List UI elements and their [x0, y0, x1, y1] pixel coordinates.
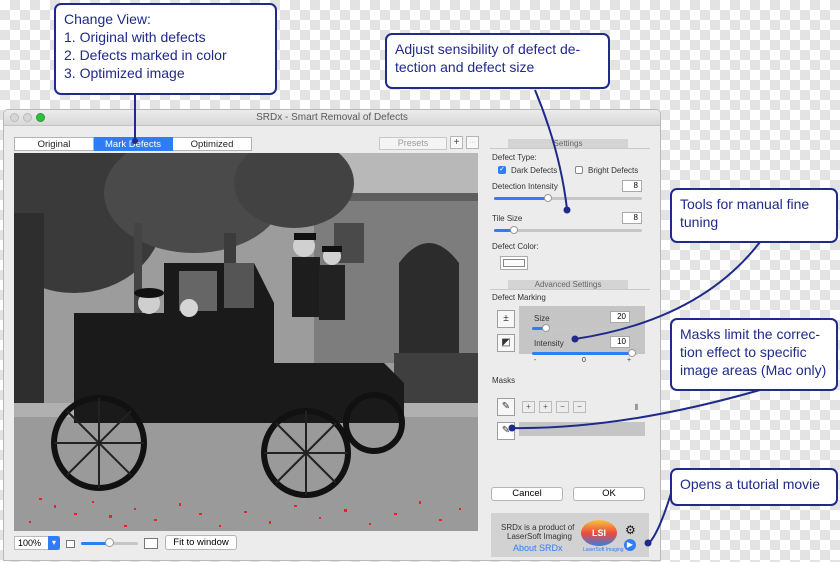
preview-image[interactable] — [14, 153, 478, 531]
intensity-field[interactable]: 10 — [610, 336, 630, 348]
callout-change-view: Change View: 1. Original with defects 2.… — [54, 3, 277, 95]
intensity-max-label: + — [627, 357, 632, 364]
tile-size-slider[interactable] — [494, 226, 642, 234]
plus-minus-icon[interactable]: ± — [497, 310, 515, 328]
tile-size-label: Tile Size — [492, 214, 523, 223]
detection-intensity-field[interactable]: 8 — [622, 180, 642, 192]
callout-masks-line-1: Masks limit the correc- — [680, 326, 821, 342]
ok-button[interactable]: OK — [573, 487, 645, 501]
brush-active-icon[interactable]: ✎ — [497, 422, 515, 440]
eraser-icon[interactable]: ◩ — [497, 334, 515, 352]
about-srdx-link[interactable]: About SRDx — [513, 543, 563, 553]
callout-masks: Masks limit the correc- tion effect to s… — [670, 318, 838, 391]
callout-change-view-line-2: 1. Original with defects — [64, 29, 206, 45]
mask-add-alt-icon[interactable]: + — [539, 401, 552, 413]
size-field[interactable]: 20 — [610, 311, 630, 323]
callout-adjust-line-1: Adjust sensibility of defect de- — [395, 41, 581, 57]
product-line-2: LaserSoft Imaging — [507, 532, 572, 541]
chevron-down-icon[interactable]: ▾ — [48, 536, 60, 550]
zoom-out-image-icon — [66, 540, 75, 548]
size-label: Size — [534, 314, 550, 323]
defect-marking-label: Defect Marking — [492, 293, 546, 302]
dark-defects-checkbox[interactable]: ✓ — [498, 166, 506, 174]
intensity-zero-label: 0 — [582, 357, 586, 364]
callout-tools-line-1: Tools for manual fine — [680, 196, 810, 212]
callout-change-view-line-1: Change View: — [64, 11, 151, 27]
size-slider[interactable] — [532, 324, 638, 332]
add-preset-button[interactable]: + — [450, 136, 463, 149]
dark-defects-label: Dark Defects — [511, 166, 558, 175]
tile-size-field[interactable]: 8 — [622, 212, 642, 224]
preset-options-button[interactable]: ··· — [466, 136, 479, 149]
callout-tools-line-2: tuning — [680, 214, 719, 230]
fit-to-window-button[interactable]: Fit to window — [165, 535, 237, 550]
callout-tools: Tools for manual fine tuning — [670, 188, 838, 243]
mask-list — [519, 422, 645, 436]
view-tabs: Original Mark Defects Optimized — [14, 137, 252, 151]
zoom-in-image-icon — [144, 538, 158, 549]
callout-masks-line-2: tion effect to specific — [680, 344, 807, 360]
settings-section-title: Settings — [508, 139, 628, 148]
defect-color-label: Defect Color: — [492, 242, 539, 251]
brush-icon[interactable]: ✎ — [497, 398, 515, 416]
mask-subtract-icon[interactable]: − — [556, 401, 569, 413]
detection-intensity-label: Detection Intensity — [492, 182, 558, 191]
callout-adjust-line-2: tection and defect size — [395, 59, 535, 75]
intensity-slider[interactable] — [532, 349, 638, 357]
cancel-button[interactable]: Cancel — [491, 487, 563, 501]
intensity-min-label: - — [534, 357, 537, 364]
mask-add-icon[interactable]: + — [522, 401, 535, 413]
advanced-section-title: Advanced Settings — [508, 280, 628, 289]
callout-masks-line-3: image areas (Mac only) — [680, 362, 827, 378]
callout-change-view-line-3: 2. Defects marked in color — [64, 47, 227, 63]
callout-change-view-line-4: 3. Optimized image — [64, 65, 185, 81]
bright-defects-checkbox[interactable] — [575, 166, 583, 174]
zoom-icon[interactable] — [36, 113, 45, 122]
intensity-label: Intensity — [534, 339, 564, 348]
zoom-slider[interactable] — [81, 538, 138, 547]
product-line-1: SRDx is a product of — [501, 523, 575, 532]
title-bar: SRDx - Smart Removal of Defects — [4, 110, 660, 126]
tutorial-icon[interactable]: ▶ — [624, 539, 636, 551]
tab-mark-defects[interactable]: Mark Defects — [94, 137, 173, 151]
bright-defects-label: Bright Defects — [588, 166, 639, 175]
tab-original[interactable]: Original — [14, 137, 94, 151]
callout-tutorial: Opens a tutorial movie — [670, 468, 838, 506]
defect-type-label: Defect Type: — [492, 153, 537, 162]
callout-tutorial-line-1: Opens a tutorial movie — [680, 476, 821, 492]
mask-subtract-alt-icon[interactable]: − — [573, 401, 586, 413]
callout-adjust: Adjust sensibility of defect de- tection… — [385, 33, 610, 89]
lsi-logo: LSI — [581, 520, 617, 546]
window-title: SRDx - Smart Removal of Defects — [256, 112, 408, 123]
minimize-icon[interactable] — [23, 113, 32, 122]
vintage-car-photo — [14, 153, 478, 531]
detection-intensity-slider[interactable] — [494, 194, 642, 202]
tab-optimized[interactable]: Optimized — [173, 137, 252, 151]
presets-dropdown[interactable]: Presets — [379, 137, 447, 150]
masks-label: Masks — [492, 376, 516, 385]
product-info-box: SRDx is a product of LaserSoft Imaging A… — [491, 513, 649, 557]
gear-icon[interactable]: ⚙ — [625, 523, 636, 537]
trash-icon[interactable]: ▮ — [630, 401, 643, 413]
lsi-logo-sub: LaserSoft Imaging — [583, 547, 624, 553]
defect-color-swatch[interactable] — [500, 256, 528, 270]
close-icon[interactable] — [10, 113, 19, 122]
